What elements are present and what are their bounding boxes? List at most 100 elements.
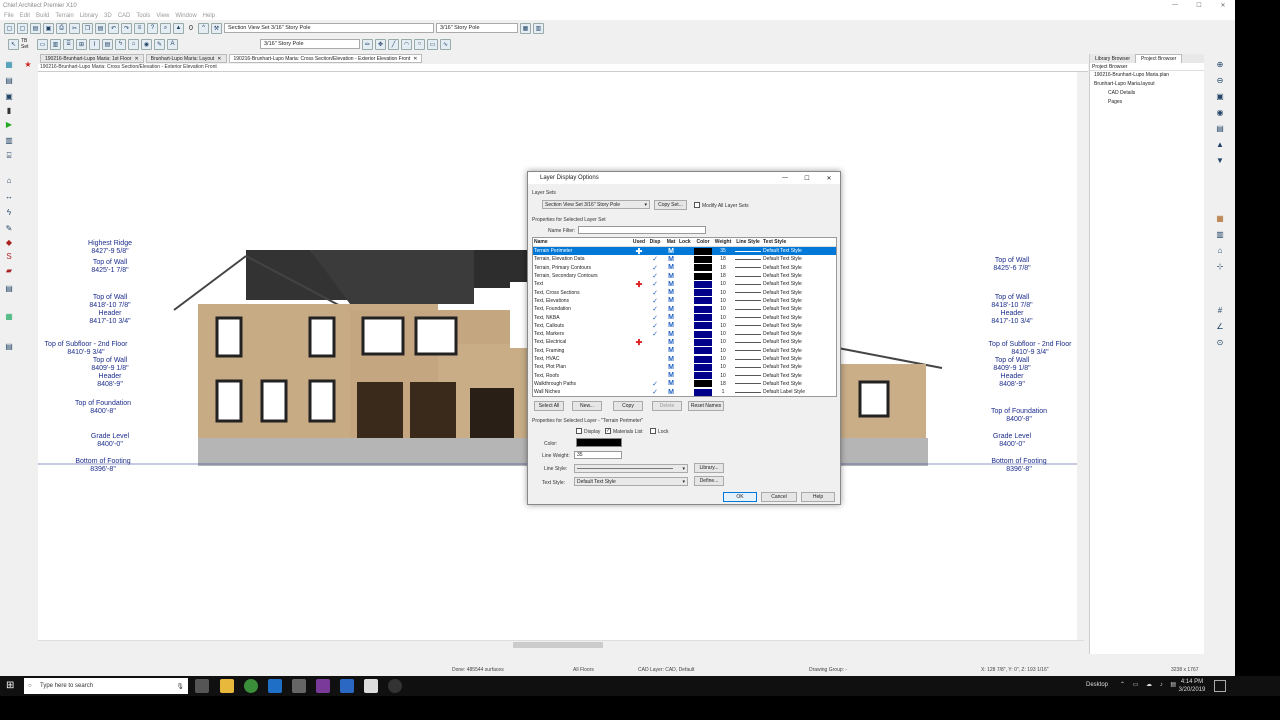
- layer-color-swatch[interactable]: [693, 289, 713, 297]
- menu-edit[interactable]: Edit: [20, 13, 30, 19]
- cad-icon[interactable]: ✎: [154, 38, 165, 50]
- new-layout-icon[interactable]: ▢: [17, 22, 28, 34]
- roof-tool-icon[interactable]: ⌂: [3, 174, 15, 186]
- layer-row[interactable]: Walkthrough Paths ✓ M 18 Default Text Style: [533, 380, 836, 388]
- materials-list-checkbox[interactable]: ✓: [605, 428, 611, 434]
- col-mat[interactable]: Mat: [663, 239, 679, 245]
- layer-display-checkmark-icon[interactable]: ✓: [647, 264, 663, 272]
- layer-weight[interactable]: 10: [713, 348, 733, 354]
- outlook-icon[interactable]: [268, 679, 282, 693]
- redo-icon[interactable]: ↷: [121, 22, 132, 34]
- col-lock[interactable]: Lock: [679, 239, 693, 245]
- help-icon[interactable]: ?: [147, 22, 158, 34]
- tab-1st-floor[interactable]: 190216-Brunhart-Lupo Maria: 1st Floor ✕: [40, 54, 144, 63]
- layer-text-style[interactable]: Default Text Style: [763, 373, 836, 379]
- layer-weight[interactable]: 10: [713, 373, 733, 379]
- menu-library[interactable]: Library: [80, 13, 98, 19]
- dimension-tool-icon[interactable]: ↔: [3, 190, 15, 202]
- layer-materials-icon[interactable]: M: [663, 306, 679, 313]
- col-used[interactable]: Used: [631, 239, 647, 245]
- layer-color-swatch[interactable]: [693, 355, 713, 363]
- layer-row[interactable]: Text, NKBA ✓ M 10 Default Text Style: [533, 313, 836, 322]
- floor-up-icon[interactable]: ▲: [1214, 138, 1226, 150]
- tab-project-browser[interactable]: Project Browser: [1135, 54, 1183, 63]
- layer-text-style[interactable]: Default Text Style: [763, 315, 836, 321]
- elevation-icon[interactable]: ⌂: [1214, 244, 1226, 256]
- zoom-in-icon[interactable]: ⊕: [1214, 58, 1226, 70]
- menu-view[interactable]: View: [156, 13, 169, 19]
- layer-color-swatch[interactable]: [693, 305, 713, 313]
- layer-line-style[interactable]: [733, 275, 763, 277]
- copy-set-button[interactable]: Copy Set...: [654, 200, 687, 210]
- define-button[interactable]: Define...: [694, 476, 724, 486]
- layer-line-style[interactable]: [733, 375, 763, 377]
- reset-names-button[interactable]: Reset Names: [688, 401, 724, 411]
- door-tool-icon[interactable]: ▮: [3, 104, 15, 116]
- layer-materials-icon[interactable]: M: [663, 289, 679, 296]
- name-filter-input[interactable]: [578, 226, 706, 234]
- layer-text-style[interactable]: Default Text Style: [763, 364, 836, 370]
- taskbar-search-input[interactable]: ○ Type here to search 🎙: [24, 678, 188, 694]
- layer-weight[interactable]: 10: [713, 290, 733, 296]
- layer-line-style[interactable]: [733, 250, 763, 252]
- layer-row[interactable]: Text, Elevations ✓ M 10 Default Text Style: [533, 297, 836, 305]
- layer-materials-icon[interactable]: M: [663, 347, 679, 354]
- snap-icon[interactable]: ⊹: [1214, 260, 1226, 272]
- layer-line-style[interactable]: [733, 383, 763, 385]
- open-icon[interactable]: ▤: [30, 22, 41, 34]
- maximize-button[interactable]: ☐: [1187, 2, 1211, 9]
- layer-line-style[interactable]: [733, 317, 763, 319]
- eyedropper-icon[interactable]: ✎: [3, 222, 15, 234]
- layer-line-style[interactable]: [733, 358, 763, 360]
- tools-icon[interactable]: ⚒: [211, 22, 222, 34]
- layer-text-style[interactable]: Default Text Style: [763, 323, 836, 329]
- s-tool-icon[interactable]: S: [3, 250, 15, 262]
- layer-color-swatch[interactable]: [693, 322, 713, 330]
- select-icon[interactable]: ↖: [8, 38, 19, 50]
- camera-view-icon[interactable]: ◉: [1214, 106, 1226, 118]
- lock-checkbox[interactable]: [650, 428, 656, 434]
- layer-weight[interactable]: 10: [713, 306, 733, 312]
- menu-build[interactable]: Build: [36, 13, 49, 19]
- layer-text-style[interactable]: Default Text Style: [763, 265, 836, 271]
- layer-text-style[interactable]: Default Text Style: [763, 290, 836, 296]
- layer-materials-icon[interactable]: M: [663, 281, 679, 288]
- layer-text-style[interactable]: Default Text Style: [763, 381, 836, 387]
- layer-text-style[interactable]: Default Text Style: [763, 348, 836, 354]
- windows-start-icon[interactable]: ⊞: [6, 680, 18, 692]
- layer-materials-icon[interactable]: M: [663, 356, 679, 363]
- vertical-scrollbar[interactable]: [1077, 72, 1085, 640]
- layer-row[interactable]: Text, Foundation ✓ M 10 Default Text Style: [533, 305, 836, 313]
- notification-icon[interactable]: [1214, 680, 1226, 692]
- layer-color-swatch[interactable]: [693, 314, 713, 322]
- layer-text-style[interactable]: Default Text Style: [763, 248, 836, 254]
- ok-button[interactable]: OK: [723, 492, 757, 502]
- layer-display-checkmark-icon[interactable]: ✓: [647, 330, 663, 338]
- col-weight[interactable]: Weight: [713, 239, 733, 245]
- layer-color-swatch[interactable]: [693, 330, 713, 338]
- text-icon[interactable]: A: [167, 38, 178, 50]
- layer-display-checkmark-icon[interactable]: ✓: [647, 305, 663, 313]
- display-options-icon[interactable]: ▦: [520, 22, 531, 34]
- tab-library-browser[interactable]: Library Browser: [1090, 54, 1135, 63]
- layer-line-style[interactable]: [733, 308, 763, 310]
- layer-line-style[interactable]: [733, 283, 763, 285]
- arc-icon[interactable]: ◠: [401, 38, 412, 50]
- layer-weight[interactable]: 10: [713, 339, 733, 345]
- layer-set-select[interactable]: Section View Set 3/16" Story Pole: [224, 23, 434, 33]
- cabinet-icon[interactable]: ▥: [50, 38, 61, 50]
- layer-line-style[interactable]: [733, 333, 763, 335]
- layer-row[interactable]: Text, HVAC M 10 Default Text Style: [533, 355, 836, 363]
- close-tab-icon[interactable]: ✕: [413, 56, 417, 62]
- col-name[interactable]: Name: [533, 239, 631, 245]
- settings-app-icon[interactable]: [388, 679, 402, 693]
- new-layer-button[interactable]: New...: [572, 401, 602, 411]
- layer-display-checkmark-icon[interactable]: ✓: [647, 255, 663, 263]
- col-disp[interactable]: Disp: [647, 239, 663, 245]
- visual-studio-icon[interactable]: [340, 679, 354, 693]
- print-icon[interactable]: ⎙: [56, 22, 67, 34]
- layout-tool-icon[interactable]: ▤: [3, 282, 15, 294]
- layer-text-style[interactable]: Default Text Style: [763, 281, 836, 287]
- pencil-icon[interactable]: ✏: [362, 38, 373, 50]
- room-tool-icon[interactable]: ▣: [3, 90, 15, 102]
